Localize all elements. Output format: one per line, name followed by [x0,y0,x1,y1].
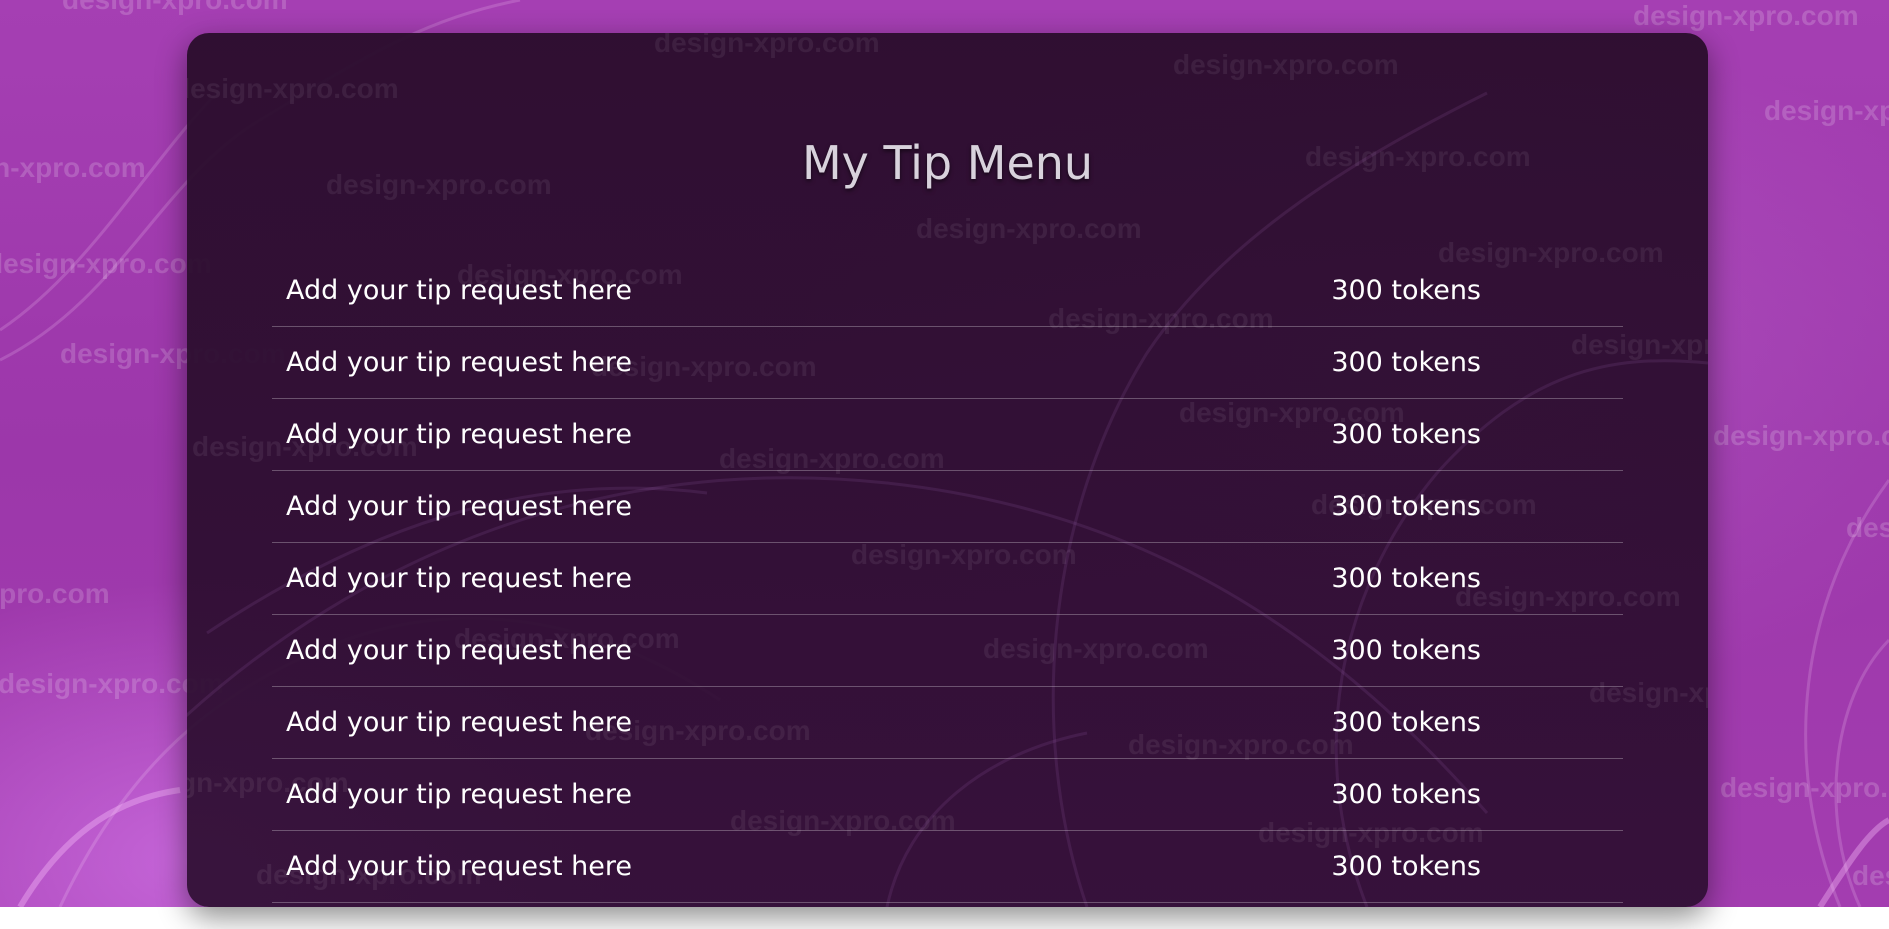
watermark: design-xpro.com [1764,95,1889,126]
tip-price-text: 300 tokens [1331,851,1481,882]
watermark: design-xpro.com [1713,420,1889,451]
tip-request-text: Add your tip request here [286,635,633,666]
tip-menu-row: Add your tip request here 300 tokens [272,759,1623,831]
tip-request-text: Add your tip request here [286,563,633,594]
tip-request-text: Add your tip request here [286,419,633,450]
tip-price-text: 300 tokens [1331,347,1481,378]
watermark: design-xpro.com [1846,512,1889,543]
tip-request-text: Add your tip request here [286,347,633,378]
tip-price-text: 300 tokens [1331,707,1481,738]
watermark: design-xpro.com [0,578,110,609]
tip-request-text: Add your tip request here [286,851,633,882]
tip-request-text: Add your tip request here [286,275,633,306]
watermark: design-xpro.com [0,152,146,183]
tip-price-text: 300 tokens [1331,635,1481,666]
tip-menu-row: Add your tip request here 300 tokens [272,543,1623,615]
tip-menu-row: Add your tip request here 300 tokens [272,399,1623,471]
tip-menu-row: Add your tip request here 300 tokens [272,687,1623,759]
watermark: design-xpro.com [1852,860,1889,891]
tip-price-text: 300 tokens [1331,491,1481,522]
tip-price-text: 300 tokens [1331,779,1481,810]
page-title: My Tip Menu [801,136,1094,190]
tip-menu-row: Add your tip request here 300 tokens [272,831,1623,903]
tip-price-text: 300 tokens [1331,275,1481,306]
tip-request-text: Add your tip request here [286,779,633,810]
tip-menu-row: Add your tip request here 300 tokens [272,471,1623,543]
tip-price-text: 300 tokens [1331,419,1481,450]
tip-menu-row: Add your tip request here 300 tokens [272,327,1623,399]
tip-menu-list: Add your tip request here 300 tokens Add… [272,255,1623,903]
tip-request-text: Add your tip request here [286,707,633,738]
tip-menu-row: Add your tip request here 300 tokens [272,615,1623,687]
watermark: design-xpro.com [0,248,212,279]
tip-request-text: Add your tip request here [286,491,633,522]
tip-menu-panel: design-xpro.com design-xpro.com design-x… [187,33,1708,907]
tip-price-text: 300 tokens [1331,563,1481,594]
tip-menu-row: Add your tip request here 300 tokens [272,255,1623,327]
watermark: design-xpro.com [1633,0,1859,31]
watermark: design-xpro.com [1720,772,1889,803]
watermark: design-xpro.com [62,0,288,16]
